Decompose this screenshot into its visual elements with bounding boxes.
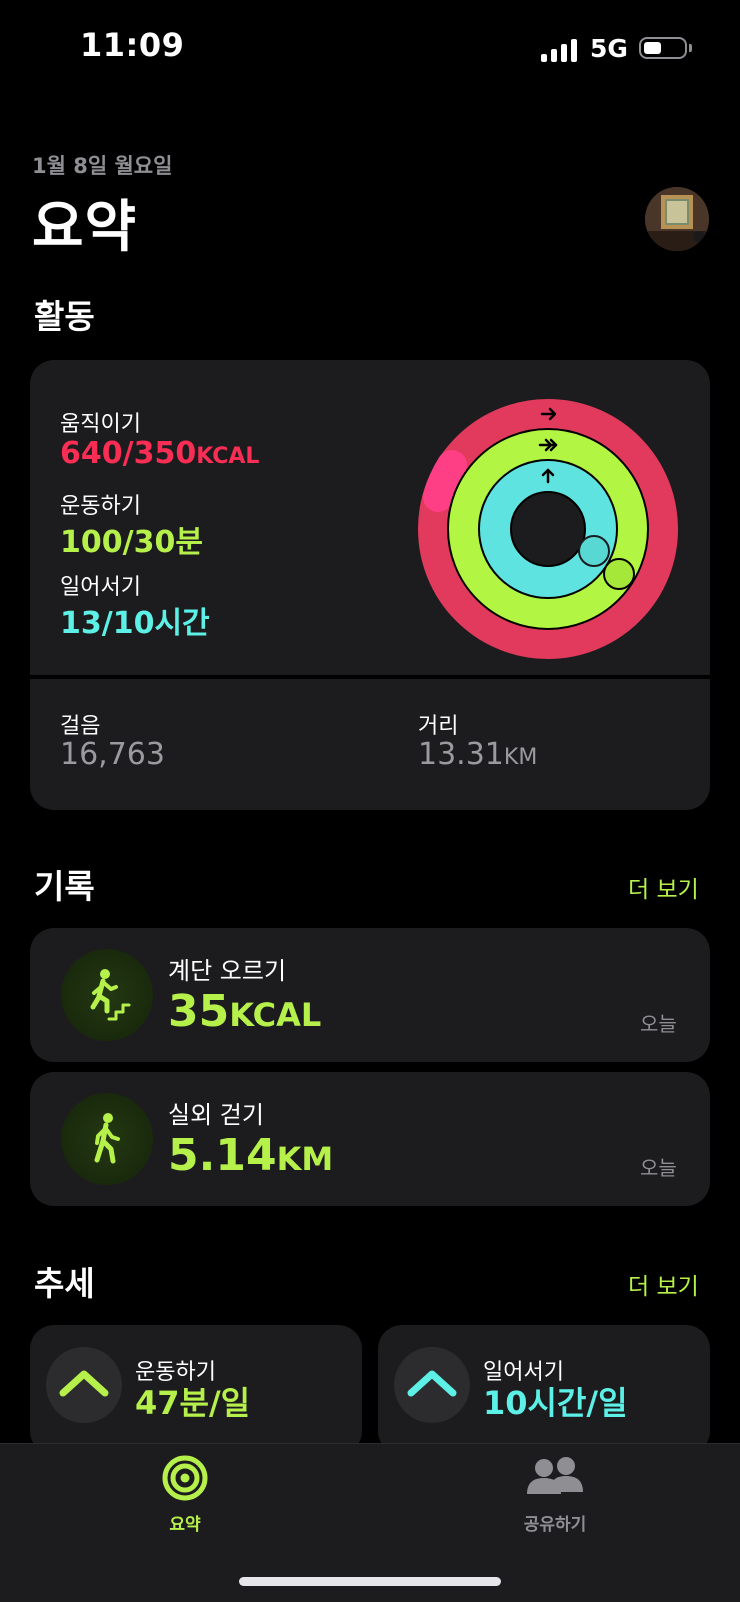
tab-sharing-label: 공유하기 (523, 1515, 587, 1535)
status-time: 11:09 (80, 26, 185, 64)
tab-summary-label: 요약 (169, 1515, 201, 1535)
move-unit: KCAL (196, 444, 260, 469)
records-section-title: 기록 (34, 867, 95, 906)
battery-fill (644, 42, 661, 54)
chevron-up-icon (407, 1370, 457, 1397)
tab-sharing[interactable]: 공유하기 (500, 1454, 610, 1535)
steps-label: 걸음 (60, 714, 101, 739)
activity-section-title: 활동 (34, 297, 95, 336)
record-value-stairs: 35KCAL (168, 986, 321, 1037)
distance-value: 13.31KM (418, 737, 537, 772)
record-title-walk: 실외 걷기 (168, 1101, 264, 1129)
sharing-people-icon (527, 1457, 583, 1494)
move-ring-overlap (423, 450, 467, 512)
avatar-image (645, 187, 709, 251)
trends-see-more-link[interactable]: 더 보기 (628, 1267, 699, 1301)
move-value-number: 640/350 (60, 436, 197, 471)
record-date-stairs: 오늘 (640, 1012, 677, 1036)
steps-value: 16,763 (60, 737, 165, 772)
header-date: 1월 8일 월요일 (32, 154, 173, 178)
home-indicator[interactable] (239, 1577, 501, 1586)
records-see-more-link[interactable]: 더 보기 (628, 870, 699, 904)
activity-card-divider (30, 675, 710, 679)
stand-value: 13/10시간 (60, 606, 210, 641)
exercise-label: 운동하기 (60, 494, 141, 519)
exercise-value: 100/30분 (60, 525, 203, 560)
chevron-up-icon-badge (46, 1347, 122, 1423)
stair-climbing-icon (90, 969, 131, 1021)
record-value-walk-number: 5.14 (168, 1130, 277, 1181)
trends-section-title: 추세 (34, 1264, 95, 1303)
record-value-walk: 5.14KM (168, 1130, 333, 1181)
record-value-stairs-number: 35 (168, 986, 230, 1037)
record-value-stairs-unit: KCAL (229, 996, 322, 1034)
page-title: 요약 (32, 195, 138, 260)
tab-summary[interactable]: 요약 (135, 1454, 235, 1535)
walking-icon-badge (61, 1093, 153, 1185)
move-value: 640/350KCAL (60, 436, 259, 471)
battery-icon (639, 37, 687, 59)
network-type: 5G (590, 34, 628, 63)
trend-value-exercise: 47분/일 (135, 1384, 251, 1422)
stair-climbing-icon-badge (61, 949, 153, 1041)
activity-rings[interactable] (416, 397, 680, 661)
stand-ring-end (578, 535, 610, 567)
avatar[interactable] (645, 187, 709, 251)
walking-icon (94, 1113, 120, 1164)
stand-label: 일어서기 (60, 575, 141, 600)
record-date-walk: 오늘 (640, 1156, 677, 1180)
cellular-signal-icon (541, 38, 581, 62)
move-label: 움직이기 (60, 412, 141, 437)
trend-value-stand: 10시간/일 (483, 1384, 628, 1422)
chevron-up-icon-badge (394, 1347, 470, 1423)
distance-value-number: 13.31 (418, 737, 504, 772)
distance-label: 거리 (418, 714, 459, 739)
battery-tip (689, 44, 692, 52)
record-value-walk-unit: KM (276, 1140, 334, 1178)
record-title-stairs: 계단 오르기 (168, 957, 287, 985)
chevron-up-icon (59, 1370, 109, 1397)
summary-rings-icon (162, 1455, 208, 1501)
distance-unit: KM (503, 745, 538, 770)
